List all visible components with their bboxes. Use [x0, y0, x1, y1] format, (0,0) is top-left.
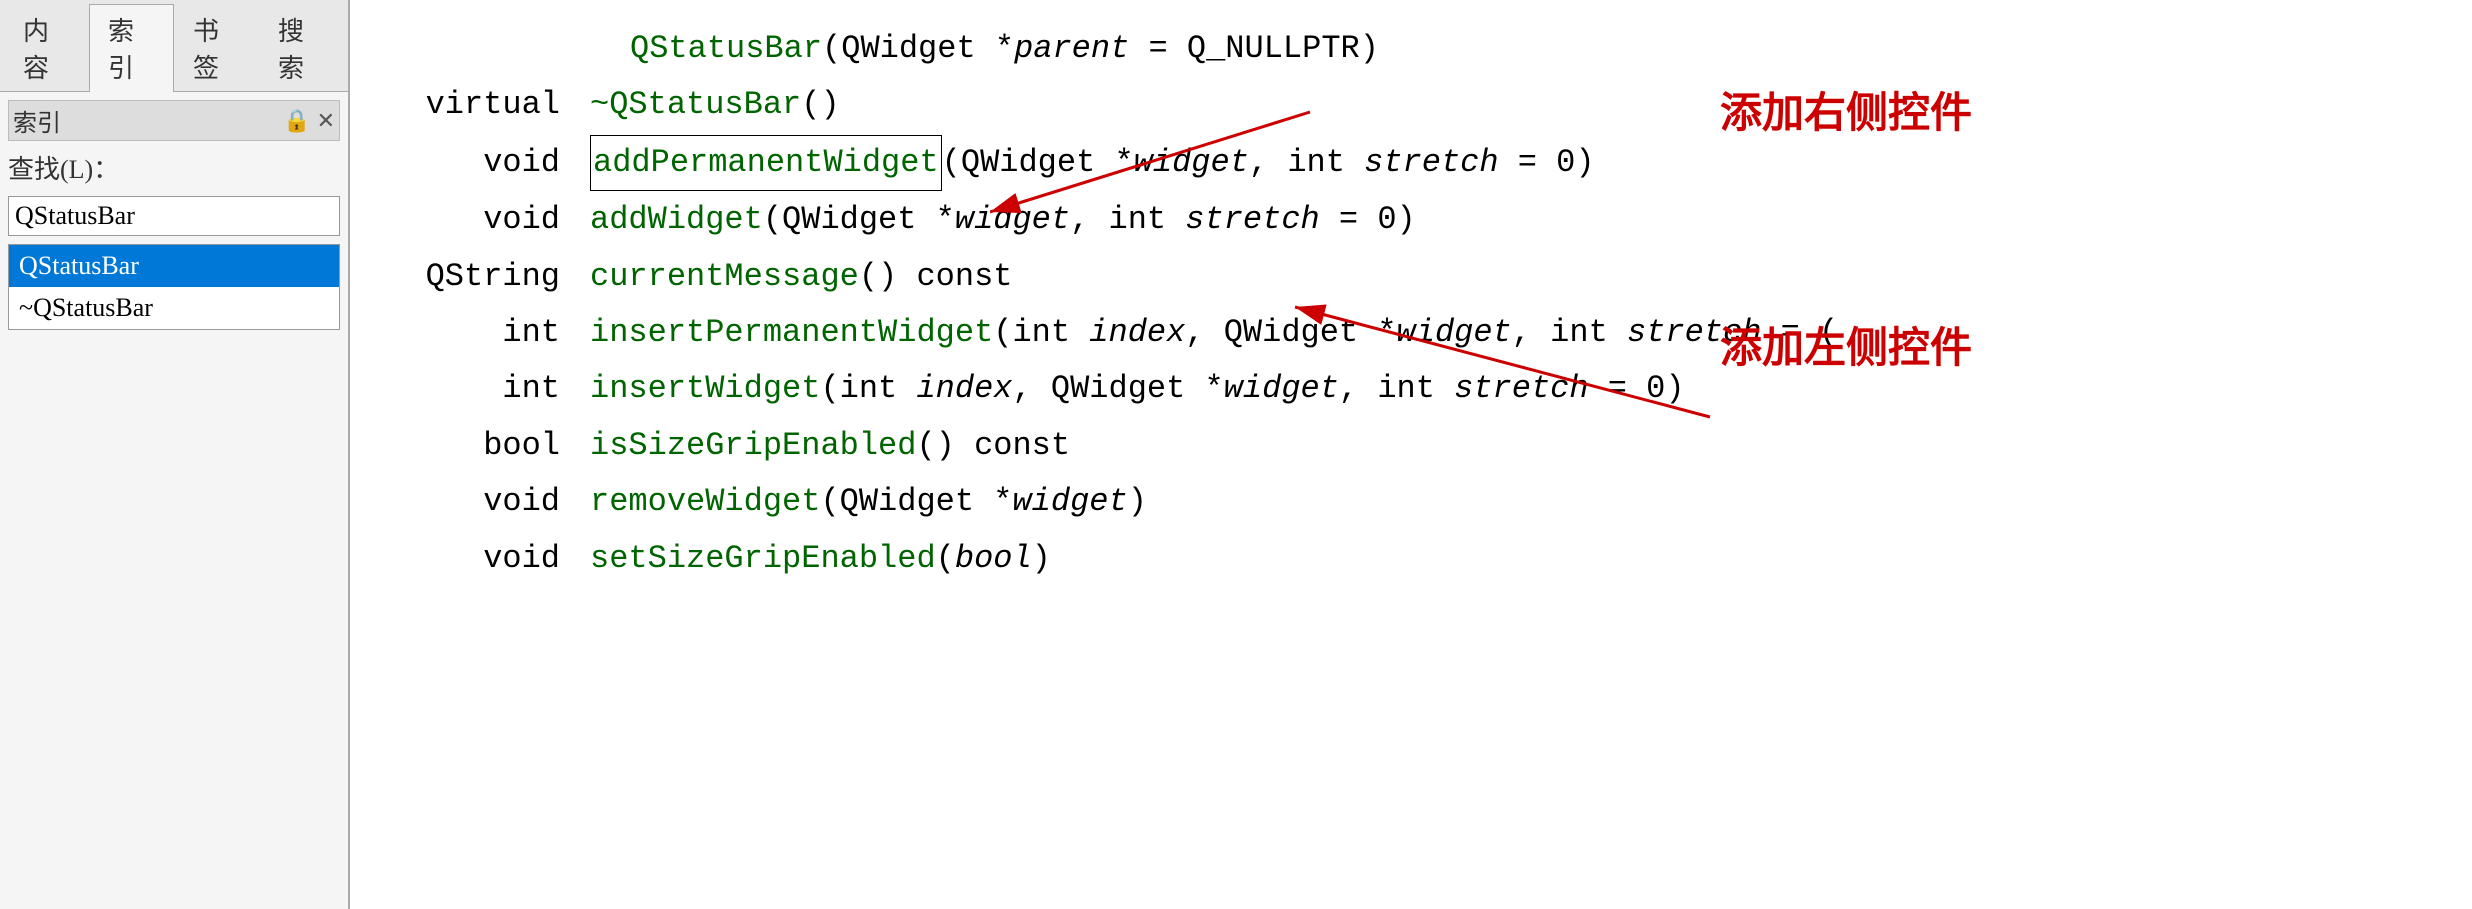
ret-int-2: int [410, 362, 590, 416]
params-insertperm: (int index, QWidget *widget, int stretch… [993, 306, 1838, 360]
index-title: 索引 [13, 103, 61, 138]
params-setsizegrip: (bool) [936, 532, 1051, 586]
method-insertwidget: insertWidget [590, 362, 820, 416]
result-item-qstatusbar[interactable]: QStatusBar [9, 245, 339, 287]
code-area: QStatusBar(QWidget *parent = Q_NULLPTR) … [410, 22, 2432, 586]
method-addpermanentwidget: addPermanentWidget [590, 135, 942, 191]
index-header: 索引 🔒 ✕ [8, 100, 340, 141]
tab-bookmark[interactable]: 书签 [174, 4, 259, 91]
method-removewidget: removeWidget [590, 475, 820, 529]
ret-void-2: void [410, 193, 590, 247]
search-input[interactable] [8, 196, 340, 236]
left-panel: 内容 索引 书签 搜索 索引 🔒 ✕ 查找(L)： QStatusBar ~QS… [0, 0, 350, 909]
params-issizegrip: () const [916, 419, 1070, 473]
index-header-icons: 🔒 ✕ [283, 108, 335, 134]
code-line-destructor: virtual ~QStatusBar() [410, 78, 2432, 132]
params-currentmsg: () const [859, 250, 1013, 304]
ret-virtual: virtual [410, 78, 590, 132]
close-icon[interactable]: ✕ [317, 108, 335, 134]
code-line-removewidget: void removeWidget(QWidget *widget) [410, 475, 2432, 529]
index-panel: 索引 🔒 ✕ 查找(L)： QStatusBar ~QStatusBar [0, 92, 348, 338]
annotation-text-right: 添加右侧控件 [1720, 77, 1972, 148]
method-issizegripenabled: isSizeGripEnabled [590, 419, 916, 473]
params-destructor: () [801, 78, 839, 132]
result-item-destructor[interactable]: ~QStatusBar [9, 287, 339, 329]
search-label: 查找(L)： [8, 149, 340, 186]
code-line-currentmsg: QString currentMessage() const [410, 250, 2432, 304]
code-line-constructor: QStatusBar(QWidget *parent = Q_NULLPTR) [410, 22, 2432, 76]
method-currentmessage: currentMessage [590, 250, 859, 304]
tab-content[interactable]: 内容 [4, 4, 89, 91]
ret-void-4: void [410, 532, 590, 586]
code-line-issizegrip: bool isSizeGripEnabled() const [410, 419, 2432, 473]
tab-index[interactable]: 索引 [89, 4, 174, 92]
ret-qstring: QString [410, 250, 590, 304]
params-constructor: (QWidget *parent = Q_NULLPTR) [822, 22, 1379, 76]
code-line-insertwidget: int insertWidget(int index, QWidget *wid… [410, 362, 2432, 416]
method-addwidget: addWidget [590, 193, 763, 247]
method-constructor: QStatusBar [630, 22, 822, 76]
tab-search[interactable]: 搜索 [259, 4, 344, 91]
code-line-addperm: void addPermanentWidget(QWidget *widget,… [410, 135, 2432, 191]
params-addperm: (QWidget *widget, int stretch = 0) [942, 136, 1595, 190]
ret-int-1: int [410, 306, 590, 360]
method-insertpermanentwidget: insertPermanentWidget [590, 306, 993, 360]
ret-bool: bool [410, 419, 590, 473]
params-addwidget: (QWidget *widget, int stretch = 0) [763, 193, 1416, 247]
code-line-setsizegrip: void setSizeGripEnabled(bool) [410, 532, 2432, 586]
tab-bar: 内容 索引 书签 搜索 [0, 0, 348, 92]
pin-icon[interactable]: 🔒 [283, 108, 310, 134]
ret-void-3: void [410, 475, 590, 529]
params-insertwidget: (int index, QWidget *widget, int stretch… [820, 362, 1684, 416]
code-line-insertperm: int insertPermanentWidget(int index, QWi… [410, 306, 2432, 360]
code-line-addwidget: void addWidget(QWidget *widget, int stre… [410, 193, 2432, 247]
ret-void-1: void [410, 136, 590, 190]
right-panel: QStatusBar(QWidget *parent = Q_NULLPTR) … [350, 0, 2472, 909]
annotation-text-left: 添加左侧控件 [1720, 312, 1972, 383]
method-setsizegripenabled: setSizeGripEnabled [590, 532, 936, 586]
params-removewidget: (QWidget *widget) [820, 475, 1146, 529]
result-list: QStatusBar ~QStatusBar [8, 244, 340, 330]
method-destructor: ~QStatusBar [590, 78, 801, 132]
